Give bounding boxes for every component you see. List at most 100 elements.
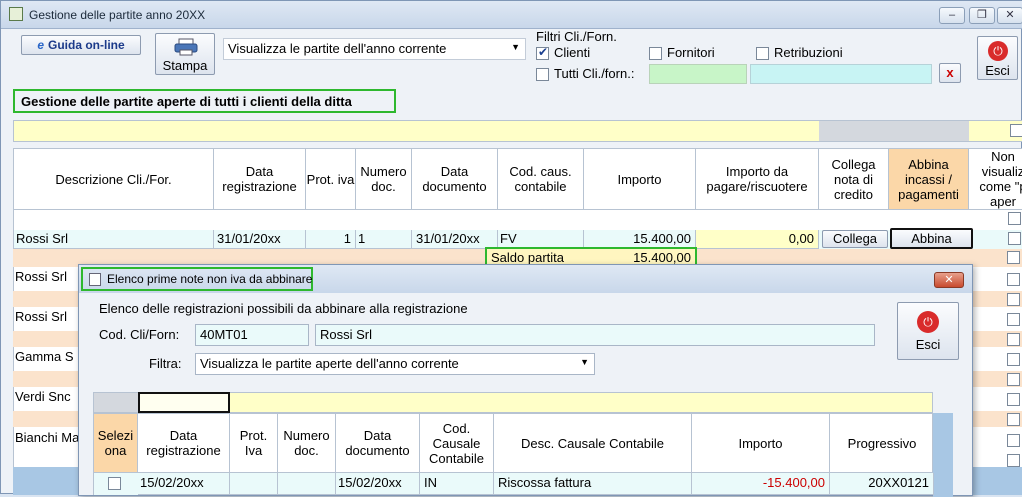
col-non-visualizzare[interactable]: Non visualiz come "p aper <box>969 149 1022 209</box>
filtra-select[interactable]: Visualizza le partite aperte dell'anno c… <box>195 353 595 375</box>
cod-field[interactable]: 40MT01 <box>195 324 309 346</box>
filter-row[interactable] <box>13 120 1022 142</box>
name-field[interactable]: Rossi Srl <box>315 324 875 346</box>
filter-row-disabled <box>889 121 969 141</box>
dialog-subtitle: Elenco delle registrazioni possibili da … <box>99 301 468 316</box>
stampa-button[interactable]: Stampa <box>155 33 215 75</box>
dialog-table-row[interactable]: 15/02/20xx 15/02/20xx IN Riscossa fattur… <box>93 473 934 495</box>
dialog-grid-header: Selezi ona Data registrazione Prot. Iva … <box>93 413 933 473</box>
esci-label: Esci <box>985 63 1010 78</box>
dropdown-arrow-icon: ▼ <box>511 42 520 52</box>
col-prot-iva[interactable]: Prot. iva <box>306 149 356 209</box>
dcol-progressivo[interactable]: Progressivo <box>830 414 934 472</box>
list-item: Verdi Snc <box>15 389 71 404</box>
clear-filter-button[interactable]: x <box>939 63 961 83</box>
dcol-data-registrazione[interactable]: Data registrazione <box>138 414 230 472</box>
guida-online-button[interactable]: e Guida on-line <box>21 35 141 55</box>
dialog-esci-label: Esci <box>915 337 941 352</box>
power-icon: ⏻ <box>917 311 939 333</box>
drow-importo: -15.400,00 <box>692 473 830 495</box>
col-numero-doc[interactable]: Numero doc. <box>356 149 412 209</box>
fornitori-checkbox[interactable] <box>649 47 662 60</box>
saldo-label: Saldo partita <box>491 250 564 265</box>
drow-data-documento: 15/02/20xx <box>336 473 420 495</box>
maximize-button[interactable]: ❐ <box>969 7 995 24</box>
esci-button[interactable]: ⏻ Esci <box>977 36 1018 80</box>
row-checkbox[interactable] <box>1007 293 1020 306</box>
col-data-registrazione[interactable]: Data registrazione <box>214 149 306 209</box>
retribuzioni-checkbox[interactable] <box>756 47 769 60</box>
row-data-registrazione: 31/01/20xx <box>214 230 306 249</box>
row-checkbox[interactable] <box>1007 413 1020 426</box>
filtra-label: Filtra: <box>149 356 182 371</box>
view-select[interactable]: Visualizza le partite dell'anno corrente… <box>223 38 526 60</box>
abbina-button[interactable]: Abbina <box>890 228 973 249</box>
col-abbina[interactable]: Abbina incassi / pagamenti <box>889 149 969 209</box>
filter-row-disabled <box>94 393 138 412</box>
dcol-data-documento[interactable]: Data documento <box>336 414 420 472</box>
active-filter-cell[interactable] <box>138 392 230 413</box>
col-causale[interactable]: Cod. caus. contabile <box>498 149 584 209</box>
clienti-checkbox[interactable] <box>536 45 549 60</box>
drow-prot-iva <box>230 473 278 495</box>
drow-progressivo: 20XX0121 <box>830 473 934 495</box>
list-item: Rossi Srl <box>15 269 68 284</box>
row-checkbox[interactable] <box>1007 393 1020 406</box>
col-importo[interactable]: Importo <box>584 149 696 209</box>
drow-numero-doc <box>278 473 336 495</box>
abbina-dialog: Elenco prime note non iva da abbinare ✕ … <box>78 264 973 497</box>
row-da-pagare[interactable]: 0,00 <box>696 230 819 249</box>
row-checkbox[interactable] <box>1007 353 1020 366</box>
stampa-label: Stampa <box>162 58 208 73</box>
close-button[interactable]: ✕ <box>997 7 1022 24</box>
filters-title: Filtri Cli./Forn. <box>536 29 617 44</box>
page-heading: Gestione delle partite aperte di tutti i… <box>21 94 352 109</box>
filter-row-checkbox[interactable] <box>1010 124 1022 137</box>
ie-icon: e <box>37 38 44 52</box>
cliente-name-field[interactable] <box>750 64 932 84</box>
row-checkbox[interactable] <box>1007 273 1020 286</box>
dialog-scroll-area[interactable] <box>933 413 953 497</box>
dropdown-arrow-icon: ▼ <box>580 357 589 367</box>
dcol-cod-causale[interactable]: Cod. Causale Contabile <box>420 414 494 472</box>
row-checkbox[interactable] <box>1007 373 1020 386</box>
row-descrizione: Rossi Srl <box>14 230 214 249</box>
dialog-title: Elenco prime note non iva da abbinare <box>107 272 313 286</box>
tutti-label: Tutti Cli./forn.: <box>554 66 635 81</box>
col-collega[interactable]: Collega nota di credito <box>819 149 889 209</box>
col-da-pagare[interactable]: Importo da pagare/riscuotere <box>696 149 819 209</box>
row-checkbox[interactable] <box>1007 333 1020 346</box>
list-item: Gamma S <box>15 349 74 364</box>
row-checkbox[interactable] <box>1007 434 1020 447</box>
row-checkbox[interactable] <box>1007 251 1020 264</box>
select-checkbox[interactable] <box>108 477 121 490</box>
window-title: Gestione delle partite anno 20XX <box>29 8 206 22</box>
retribuzioni-label: Retribuzioni <box>774 45 843 60</box>
grid-header: Descrizione Cli./For. Data registrazione… <box>13 148 1022 210</box>
row-checkbox[interactable] <box>1008 232 1021 245</box>
grid-blank-row <box>13 210 1022 230</box>
filtra-value: Visualizza le partite aperte dell'anno c… <box>200 356 459 371</box>
tutti-checkbox[interactable] <box>536 68 549 81</box>
minimize-button[interactable]: ‒ <box>939 7 965 24</box>
col-descrizione[interactable]: Descrizione Cli./For. <box>14 149 214 209</box>
row-checkbox[interactable] <box>1007 313 1020 326</box>
col-data-documento[interactable]: Data documento <box>412 149 498 209</box>
row-checkbox[interactable] <box>1008 212 1021 225</box>
guida-label: Guida on-line <box>48 38 125 52</box>
dialog-filter-row[interactable] <box>93 392 933 413</box>
cliente-code-field[interactable] <box>649 64 747 84</box>
dcol-desc-causale[interactable]: Desc. Causale Contabile <box>494 414 692 472</box>
drow-descrizione: Riscossa fattura <box>494 473 692 495</box>
dialog-title-box: Elenco prime note non iva da abbinare <box>81 267 313 291</box>
dcol-importo[interactable]: Importo <box>692 414 830 472</box>
dcol-numero-doc[interactable]: Numero doc. <box>278 414 336 472</box>
collega-button[interactable]: Collega <box>822 230 888 248</box>
dcol-prot-iva[interactable]: Prot. Iva <box>230 414 278 472</box>
row-checkbox[interactable] <box>1007 454 1020 467</box>
dialog-esci-button[interactable]: ⏻ Esci <box>897 302 959 360</box>
title-bar: Gestione delle partite anno 20XX ‒ ❐ ✕ <box>1 1 1022 29</box>
dialog-close-button[interactable]: ✕ <box>934 272 964 288</box>
app-icon <box>9 7 23 21</box>
dcol-seleziona[interactable]: Selezi ona <box>94 414 138 472</box>
